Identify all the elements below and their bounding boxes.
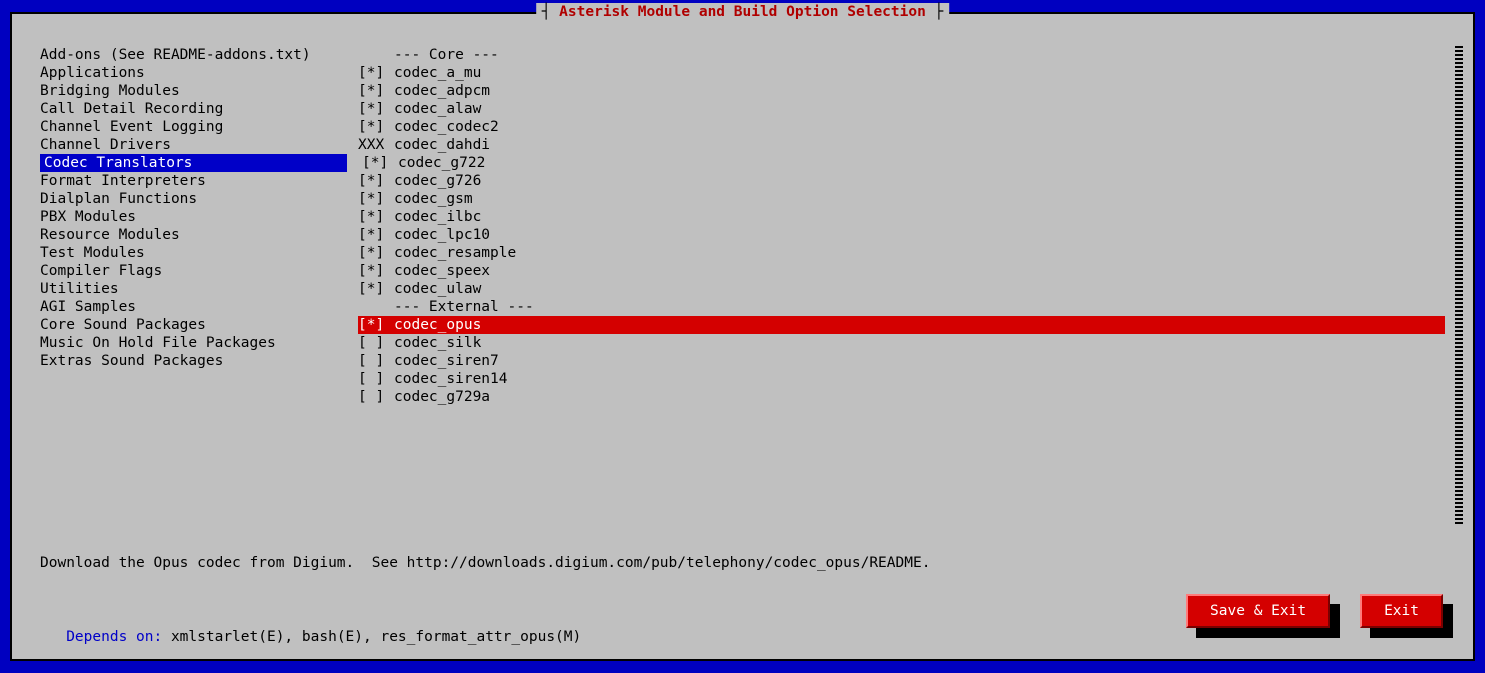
module-item[interactable]: codec_opus <box>394 316 1445 334</box>
module-item[interactable]: codec_resample <box>394 244 1445 262</box>
category-item[interactable]: Format Interpreters <box>40 172 358 190</box>
category-item[interactable]: Compiler Flags <box>40 262 358 280</box>
module-section-header: --- External --- <box>394 298 1445 316</box>
module-section-header: --- Core --- <box>394 46 1445 64</box>
module-item[interactable]: codec_siren7 <box>394 352 1445 370</box>
module-checkbox[interactable]: [*] <box>358 100 394 118</box>
module-item[interactable]: codec_alaw <box>394 100 1445 118</box>
module-checkbox[interactable]: [*] <box>358 280 394 298</box>
category-item[interactable]: PBX Modules <box>40 208 358 226</box>
module-checkbox[interactable]: [ ] <box>358 334 394 352</box>
category-item[interactable]: Dialplan Functions <box>40 190 358 208</box>
dialog-title: ┤ Asterisk Module and Build Option Selec… <box>536 3 950 21</box>
module-item[interactable]: codec_siren14 <box>394 370 1445 388</box>
module-checkbox[interactable]: [*] <box>358 64 394 82</box>
module-checkbox[interactable]: [ ] <box>358 370 394 388</box>
module-checkbox[interactable]: [ ] <box>358 388 394 406</box>
category-item[interactable]: Channel Drivers <box>40 136 358 154</box>
save-exit-button[interactable]: Save & Exit <box>1186 594 1330 628</box>
module-item[interactable]: codec_lpc10 <box>394 226 1445 244</box>
menuselect-dialog: ┤ Asterisk Module and Build Option Selec… <box>10 12 1475 661</box>
module-item[interactable]: codec_g729a <box>394 388 1445 406</box>
category-item[interactable]: Channel Event Logging <box>40 118 358 136</box>
depends-on-label: Depends on: <box>40 629 162 645</box>
module-checkbox[interactable]: [*] <box>358 172 394 190</box>
module-checkbox[interactable]: [ ] <box>358 352 394 370</box>
module-checkbox[interactable]: [*] <box>358 244 394 262</box>
module-item[interactable]: codec_a_mu <box>394 64 1445 82</box>
module-checkbox <box>358 298 394 316</box>
category-item[interactable]: Add-ons (See README-addons.txt) <box>40 46 358 64</box>
category-item[interactable]: Codec Translators <box>40 154 347 172</box>
module-checkbox[interactable]: [*] <box>358 208 394 226</box>
module-item[interactable]: codec_g726 <box>394 172 1445 190</box>
category-item[interactable]: AGI Samples <box>40 298 358 316</box>
module-item[interactable]: codec_gsm <box>394 190 1445 208</box>
category-item[interactable]: Bridging Modules <box>40 82 358 100</box>
module-checkbox[interactable]: [*] <box>358 118 394 136</box>
module-checkbox[interactable]: [*] <box>358 316 394 334</box>
module-checkbox[interactable]: [*] <box>362 154 398 172</box>
module-item[interactable]: codec_g722 <box>398 154 1445 172</box>
dialog-buttons: Save & Exit Exit <box>1186 594 1443 628</box>
category-item[interactable]: Test Modules <box>40 244 358 262</box>
category-item[interactable]: Call Detail Recording <box>40 100 358 118</box>
category-item[interactable]: Utilities <box>40 280 358 298</box>
module-item[interactable]: codec_ilbc <box>394 208 1445 226</box>
depends-on-value: xmlstarlet(E), bash(E), res_format_attr_… <box>162 629 581 645</box>
module-meta: Depends on: xmlstarlet(E), bash(E), res_… <box>40 592 581 673</box>
save-exit-button-wrap: Save & Exit <box>1186 594 1330 628</box>
module-item[interactable]: codec_speex <box>394 262 1445 280</box>
scroll-indicator <box>1455 46 1463 526</box>
module-checkbox[interactable]: [*] <box>358 82 394 100</box>
category-blank <box>40 370 358 388</box>
module-checkbox[interactable]: [*] <box>358 190 394 208</box>
module-checkbox[interactable]: XXX <box>358 136 394 154</box>
module-item[interactable]: codec_ulaw <box>394 280 1445 298</box>
module-item[interactable]: codec_codec2 <box>394 118 1445 136</box>
terminal-screen: ┤ Asterisk Module and Build Option Selec… <box>0 0 1485 673</box>
category-item[interactable]: Core Sound Packages <box>40 316 358 334</box>
module-checkbox[interactable]: [*] <box>358 262 394 280</box>
exit-button-wrap: Exit <box>1360 594 1443 628</box>
module-item[interactable]: codec_dahdi <box>394 136 1445 154</box>
exit-button[interactable]: Exit <box>1360 594 1443 628</box>
module-checkbox <box>358 46 394 64</box>
module-description: Download the Opus codec from Digium. See… <box>40 554 1445 572</box>
category-item[interactable]: Extras Sound Packages <box>40 352 358 370</box>
category-item[interactable]: Music On Hold File Packages <box>40 334 358 352</box>
category-item[interactable]: Applications <box>40 64 358 82</box>
module-item[interactable]: codec_adpcm <box>394 82 1445 100</box>
category-item[interactable]: Resource Modules <box>40 226 358 244</box>
category-blank <box>40 388 358 406</box>
module-checkbox[interactable]: [*] <box>358 226 394 244</box>
module-item[interactable]: codec_silk <box>394 334 1445 352</box>
menu-content: Add-ons (See README-addons.txt) --- Core … <box>40 46 1445 406</box>
